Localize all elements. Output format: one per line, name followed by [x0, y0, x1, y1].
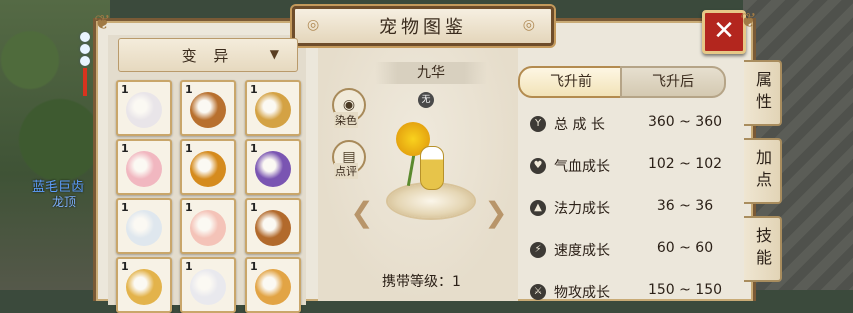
growth-stat-row: ▲ 法力成长 36 ~ 36	[530, 198, 740, 218]
stat-value: 36 ~ 36	[656, 198, 714, 214]
rotate-right-icon[interactable]: ❯	[484, 196, 508, 230]
pet-portrait	[126, 269, 162, 305]
chevron-down-icon: ▼	[269, 47, 279, 61]
pet-level: 1	[185, 201, 193, 214]
corner-ornament-icon: ❦	[94, 10, 111, 34]
stat-icon: ⚡	[530, 242, 546, 258]
pet-level: 1	[250, 83, 258, 96]
stat-label: 气血成长	[554, 159, 610, 175]
pet-category-dropdown[interactable]: 变 异 ▼	[118, 38, 298, 72]
swirl-ornament-icon: ◎	[522, 17, 539, 33]
growth-stat-row: ⚔ 物攻成长 150 ~ 150	[530, 282, 740, 302]
pet-portrait	[126, 151, 162, 187]
pet-level: 1	[121, 142, 129, 155]
pet-level: 1	[250, 260, 258, 273]
pet-level: 1	[185, 142, 193, 155]
stat-label: 总 成 长	[554, 117, 605, 133]
npc-title-label: 龙顶	[52, 195, 77, 209]
pet-level: 1	[185, 83, 193, 96]
pet-level: 1	[121, 201, 129, 214]
pet-portrait	[255, 151, 291, 187]
stat-icon: ♥	[530, 158, 546, 174]
pet-slot[interactable]: 1	[180, 257, 236, 313]
corner-ornament-icon: ❦	[740, 8, 757, 32]
pet-slot[interactable]: 1	[245, 198, 301, 254]
pet-slot[interactable]: 1	[116, 198, 172, 254]
carry-level-text: 携带等级：1	[382, 274, 461, 290]
jade-ornament-icon	[78, 30, 92, 96]
rotate-left-icon[interactable]: ❮	[350, 196, 374, 230]
pet-slot[interactable]: 1	[180, 80, 236, 136]
pet-slot[interactable]: 1	[245, 257, 301, 313]
pet-portrait	[190, 269, 226, 305]
pet-portrait	[255, 269, 291, 305]
pet-level: 1	[121, 83, 129, 96]
pet-slot[interactable]: 1	[116, 257, 172, 313]
side-tab-attributes[interactable]: 属性	[744, 60, 782, 126]
window-title: 宠物图鉴	[379, 17, 467, 38]
growth-stat-row: ⚡ 速度成长 60 ~ 60	[530, 240, 740, 260]
dye-label: 染色	[334, 112, 358, 128]
growth-stat-row: Y 总 成 长 360 ~ 360	[530, 114, 740, 134]
pet-slot[interactable]: 1	[245, 139, 301, 195]
stat-value: 150 ~ 150	[647, 282, 723, 298]
pet-portrait	[255, 92, 291, 128]
pet-slot[interactable]: 1	[180, 139, 236, 195]
pet-slot[interactable]: 1	[116, 139, 172, 195]
tab-before-ascension[interactable]: 飞升前	[518, 66, 624, 98]
pet-level: 1	[250, 201, 258, 214]
eye-icon: ◉	[342, 97, 356, 113]
swirl-ornament-icon: ◎	[307, 17, 324, 33]
dropdown-selected-value: 变 异	[181, 46, 235, 65]
pet-slot[interactable]: 1	[180, 198, 236, 254]
growth-stat-row: ♥ 气血成长 102 ~ 102	[530, 156, 740, 176]
pet-level: 1	[250, 142, 258, 155]
stat-icon: Y	[530, 116, 546, 132]
pet-portrait	[255, 210, 291, 246]
pet-slot[interactable]: 1	[116, 80, 172, 136]
pet-portrait	[126, 92, 162, 128]
side-tab-points[interactable]: 加点	[744, 138, 782, 204]
stat-label: 法力成长	[554, 201, 610, 217]
tab-after-ascension[interactable]: 飞升后	[620, 66, 726, 98]
pet-name: 九华	[375, 62, 487, 84]
pet-slot[interactable]: 1	[245, 80, 301, 136]
stat-value: 60 ~ 60	[656, 240, 714, 256]
window-title-plaque: ◎ 宠物图鉴 ◎	[292, 6, 554, 46]
pet-portrait	[126, 210, 162, 246]
stat-value: 102 ~ 102	[647, 156, 723, 172]
stat-label: 物攻成长	[554, 285, 610, 301]
pet-level: 1	[121, 260, 129, 273]
stat-icon: ▲	[530, 200, 546, 216]
element-badge: 无	[418, 92, 434, 108]
pet-portrait	[190, 92, 226, 128]
side-tab-skills[interactable]: 技能	[744, 216, 782, 282]
stat-icon: ⚔	[530, 284, 546, 300]
comment-label: 点评	[334, 163, 358, 179]
stat-value: 360 ~ 360	[647, 114, 723, 130]
pet-model-body	[420, 146, 444, 190]
pet-portrait	[190, 210, 226, 246]
pet-portrait	[190, 151, 226, 187]
pet-level: 1	[185, 260, 193, 273]
stat-label: 速度成长	[554, 243, 610, 259]
